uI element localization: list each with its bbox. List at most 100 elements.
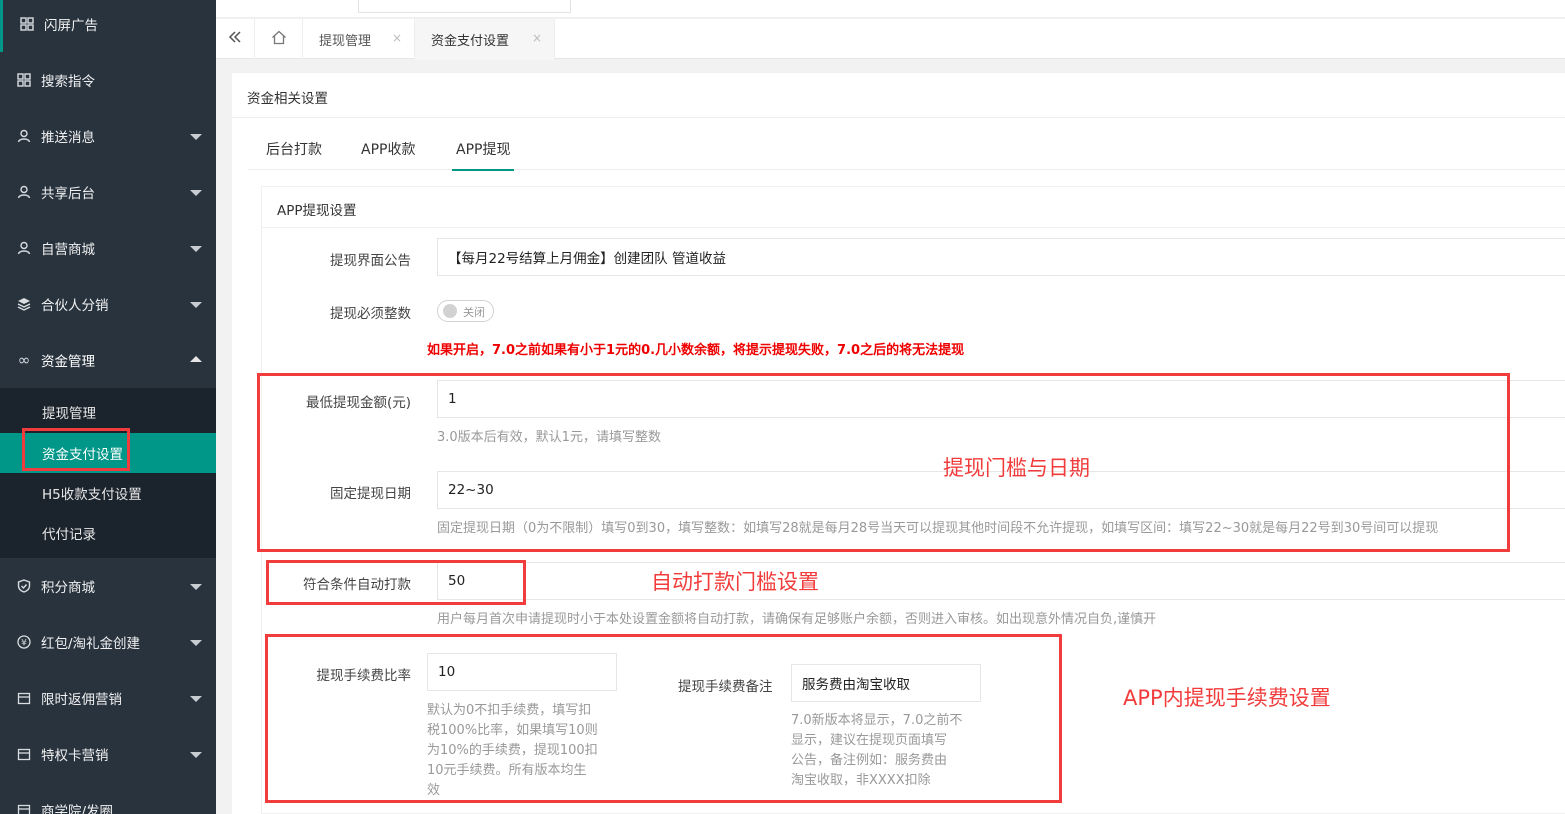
subtab-app-receive[interactable]: APP收款 — [361, 128, 415, 170]
calendar-icon — [17, 747, 31, 761]
infinity-icon: ∞ — [17, 351, 31, 369]
caret-down-icon — [190, 246, 202, 252]
grid-icon — [17, 73, 31, 87]
top-header — [216, 0, 1565, 18]
fixed-date-hint: 固定提现日期（0为不限制）填写0到30，填写整数：如填写28就是每月28号当天可… — [437, 521, 1439, 536]
main-panel: 资金相关设置 后台打款 APP收款 APP提现 APP提现设置 提现界面公告 【… — [232, 73, 1565, 814]
hint-line: 税100%比率，如果填写10则 — [427, 723, 598, 738]
sidebar-item-label: 商学院/发圈 — [41, 804, 114, 814]
header-search-box[interactable] — [358, 0, 571, 13]
yen-icon: ¥ — [17, 635, 31, 649]
min-amount-input[interactable]: 1 — [437, 380, 1565, 418]
fixed-date-label: 固定提现日期 — [330, 486, 411, 502]
sidebar-item-push[interactable]: 推送消息 — [0, 108, 216, 164]
fee-rate-hint: 默认为0不扣手续费，填写扣 税100%比率，如果填写10则 为10%的手续费，提… — [427, 701, 617, 801]
subtab-backend-pay[interactable]: 后台打款 — [266, 128, 322, 170]
sidebar-item-splash-ad[interactable]: 闪屏广告 — [0, 0, 216, 52]
hint-line: 默认为0不扣手续费，填写扣 — [427, 703, 592, 718]
sidebar-item-label: 积分商城 — [41, 580, 95, 596]
sidebar-item-points-mall[interactable]: 积分商城 — [0, 558, 216, 614]
tab-label: 资金支付设置 — [431, 33, 510, 49]
fee-rate-label: 提现手续费比率 — [316, 668, 412, 684]
sidebar-item-academy[interactable]: 商学院/发圈 — [0, 782, 216, 814]
layers-icon — [17, 297, 31, 311]
panel-title: 资金相关设置 — [247, 91, 328, 107]
sidebar-item-label: 特权卡营销 — [41, 748, 109, 764]
sidebar-item-redpacket[interactable]: ¥ 红包/淘礼金创建 — [0, 614, 216, 670]
sidebar-item-label: 限时返佣营销 — [41, 692, 122, 708]
home-icon — [271, 30, 287, 49]
tab-label: 提现管理 — [319, 33, 372, 49]
sidebar-item-privilege-card[interactable]: 特权卡营销 — [0, 726, 216, 782]
double-chevron-left-icon — [228, 30, 242, 48]
sidebar-item-label: 红包/淘礼金创建 — [41, 636, 141, 652]
collapse-tabs-button[interactable] — [216, 19, 255, 59]
sidebar-item-label: 自营商城 — [41, 242, 95, 258]
hint-line: 为10%的手续费，提现100扣 — [427, 743, 598, 758]
sidebar-item-shared-backend[interactable]: 共享后台 — [0, 164, 216, 220]
integer-warning: 如果开启，7.0之前如果有小于1元的0.几小数余额，将提示提现失败，7.0之后的… — [427, 343, 965, 358]
integer-required-switch[interactable]: 关闭 — [437, 300, 494, 322]
section-title: APP提现设置 — [277, 203, 357, 219]
sidebar-item-label: 共享后台 — [41, 186, 95, 202]
sidebar-item-label: 合伙人分销 — [41, 298, 109, 314]
sidebar-item-label: 搜索指令 — [41, 74, 95, 90]
divider — [262, 227, 1565, 228]
caret-down-icon — [190, 190, 202, 196]
switch-text: 关闭 — [463, 306, 485, 319]
sidebar-subitem-payout-records[interactable]: 代付记录 — [0, 513, 216, 553]
close-icon[interactable]: × — [392, 31, 402, 45]
fee-rate-input[interactable]: 10 — [427, 653, 617, 691]
notice-label: 提现界面公告 — [330, 253, 411, 269]
hint-line: 公告，备注例如：服务费由 — [791, 753, 948, 768]
min-amount-label: 最低提现金额(元) — [305, 395, 411, 411]
sidebar-item-search-command[interactable]: 搜索指令 — [0, 52, 216, 108]
switch-knob — [443, 304, 457, 318]
sidebar-subitem-h5-payment[interactable]: H5收款支付设置 — [0, 473, 216, 513]
close-icon[interactable]: × — [532, 31, 542, 45]
hint-line: 7.0新版本将显示，7.0之前不 — [791, 713, 963, 728]
caret-down-icon — [190, 584, 202, 590]
sidebar: 闪屏广告 搜索指令 推送消息 共享后台 自营商城 合伙人分销 ∞ 资金管理 提现… — [0, 0, 216, 814]
auto-pay-label: 符合条件自动打款 — [303, 577, 411, 593]
sidebar-item-label: 资金管理 — [41, 354, 95, 370]
notice-input[interactable]: 【每月22号结算上月佣金】创建团队 管道收益 — [437, 238, 1565, 276]
user-icon — [17, 129, 31, 143]
caret-down-icon — [190, 696, 202, 702]
sidebar-item-mall[interactable]: 自营商城 — [0, 220, 216, 276]
tab-payment-settings[interactable]: 资金支付设置 × — [415, 19, 555, 60]
min-amount-hint: 3.0版本后有效，默认1元，请填写整数 — [437, 430, 661, 445]
grid-icon — [20, 17, 34, 31]
sidebar-subitem-payment-settings[interactable]: 资金支付设置 — [0, 433, 216, 473]
caret-down-icon — [190, 640, 202, 646]
hint-line: 10元手续费。所有版本均生 — [427, 763, 587, 778]
sidebar-item-limited-rebate[interactable]: 限时返佣营销 — [0, 670, 216, 726]
sidebar-item-funds[interactable]: ∞ 资金管理 — [0, 332, 216, 388]
caret-down-icon — [190, 134, 202, 140]
user-icon — [17, 241, 31, 255]
sidebar-item-label: 推送消息 — [41, 130, 95, 146]
settings-subtabs: 后台打款 APP收款 APP提现 — [248, 128, 1565, 171]
tab-withdraw-manage[interactable]: 提现管理 × — [303, 19, 415, 59]
annotation-threshold-text: 提现门槛与日期 — [943, 456, 1090, 480]
tab-bar: 提现管理 × 资金支付设置 × — [216, 19, 1565, 60]
calendar-icon — [17, 803, 31, 814]
divider — [232, 117, 1565, 118]
subtab-app-withdraw[interactable]: APP提现 — [451, 128, 515, 171]
sidebar-subitem-withdraw-manage[interactable]: 提现管理 — [0, 392, 216, 432]
shield-icon — [17, 579, 31, 593]
user-icon — [17, 185, 31, 199]
hint-line: 淘宝收取，非XXXX扣除 — [791, 773, 931, 788]
fee-note-input[interactable]: 服务费由淘宝收取 — [791, 664, 981, 702]
sidebar-item-label: 闪屏广告 — [44, 18, 98, 34]
annotation-auto-pay-text: 自动打款门槛设置 — [651, 570, 819, 594]
auto-pay-input[interactable]: 50 — [437, 562, 1565, 600]
app-withdraw-settings-card: APP提现设置 提现界面公告 【每月22号结算上月佣金】创建团队 管道收益 提现… — [261, 186, 1565, 814]
svg-text:¥: ¥ — [21, 639, 27, 649]
sidebar-item-partner[interactable]: 合伙人分销 — [0, 276, 216, 332]
integer-required-label: 提现必须整数 — [330, 306, 411, 322]
caret-down-icon — [190, 302, 202, 308]
auto-pay-hint: 用户每月首次申请提现时小于本处设置金额将自动打款，请确保有足够账户余额，否则进入… — [437, 612, 1157, 627]
home-tab[interactable] — [255, 19, 303, 59]
annotation-fee-text: APP内提现手续费设置 — [1123, 686, 1331, 710]
